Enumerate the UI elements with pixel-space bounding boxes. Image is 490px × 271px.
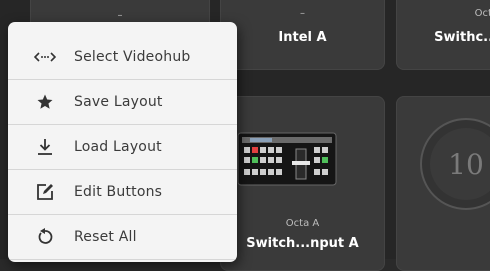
tile-bottom-right[interactable]: 10 – – bbox=[396, 96, 490, 271]
select-videohub-icon bbox=[30, 50, 60, 64]
number-badge: 10 bbox=[420, 118, 490, 210]
menu-item-select-videohub[interactable]: Select Videohub bbox=[8, 34, 237, 80]
menu-item-label: Load Layout bbox=[74, 138, 162, 155]
tile-switch-top[interactable]: Octa Swithc... bbox=[396, 0, 490, 70]
tile-switcher-label: Switch...nput A bbox=[246, 236, 359, 251]
tile-intel-a-sub: – bbox=[300, 8, 305, 19]
tile-intel-a[interactable]: – Intel A bbox=[220, 0, 385, 70]
context-menu: Select Videohub Save Layout Load Layout … bbox=[8, 22, 237, 262]
tile-switch-top-sub: Octa bbox=[474, 8, 490, 19]
tile-intel-a-label: Intel A bbox=[278, 30, 327, 45]
menu-item-label: Select Videohub bbox=[74, 48, 191, 65]
menu-item-label: Save Layout bbox=[74, 93, 163, 110]
star-icon bbox=[30, 93, 60, 111]
download-icon bbox=[30, 138, 60, 156]
menu-item-reset-all[interactable]: Reset All bbox=[8, 214, 237, 260]
menu-item-label: Edit Buttons bbox=[74, 183, 163, 200]
menu-item-save-layout[interactable]: Save Layout bbox=[8, 79, 237, 125]
tile-switcher-sub: Octa A bbox=[285, 218, 320, 229]
tile-switch-top-label: Swithc... bbox=[434, 30, 490, 45]
menu-item-label: Reset All bbox=[74, 228, 137, 245]
edit-icon bbox=[30, 183, 60, 201]
menu-item-edit-buttons[interactable]: Edit Buttons bbox=[8, 169, 237, 215]
tile-top-left-sub: – bbox=[117, 10, 123, 21]
reset-icon bbox=[30, 227, 60, 246]
number-badge-text: 10 bbox=[448, 148, 484, 181]
menu-item-load-layout[interactable]: Load Layout bbox=[8, 124, 237, 170]
switcher-image bbox=[237, 132, 337, 186]
